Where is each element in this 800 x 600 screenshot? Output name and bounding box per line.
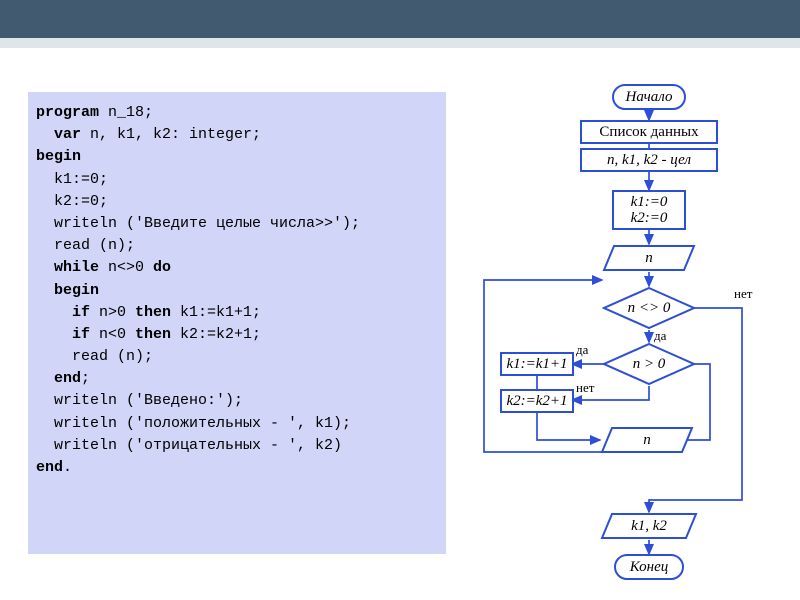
- flow-cond-neq0: n <> 0: [602, 286, 696, 330]
- flow-read-n: n: [602, 244, 696, 272]
- code-text: n, k1, k2: integer;: [81, 126, 261, 143]
- code-text: n<0: [90, 326, 135, 343]
- flow-output-label: k1, k2: [631, 518, 667, 535]
- code-text: k1:=0;: [36, 171, 108, 188]
- kw-end-inner: end: [36, 370, 81, 387]
- flow-read-n2-label: n: [643, 432, 651, 449]
- kw-while: while: [36, 259, 99, 276]
- flow-output: k1, k2: [600, 512, 698, 540]
- flow-end-label: Конец: [630, 559, 669, 576]
- code-text: writeln ('Введено:');: [36, 392, 243, 409]
- flow-cond-gt0: n > 0: [602, 342, 696, 386]
- flow-assign-k2-label: k2:=k2+1: [506, 393, 567, 410]
- flow-init-label: k1:=0 k2:=0: [631, 194, 668, 227]
- kw-begin-inner: begin: [36, 282, 99, 299]
- window-subbar: [0, 38, 800, 48]
- flow-read-n2: n: [600, 426, 694, 454]
- flow-read-n-label: n: [645, 250, 653, 267]
- flow-cond-gt0-label: n > 0: [633, 356, 666, 373]
- code-text: .: [63, 459, 72, 476]
- code-text: n>0: [90, 304, 135, 321]
- kw-if2: if: [36, 326, 90, 343]
- code-text: writeln ('Введите целые числа>>');: [36, 215, 360, 232]
- kw-program: program: [36, 104, 99, 121]
- kw-if: if: [36, 304, 90, 321]
- flow-start: Начало: [612, 84, 686, 110]
- flow-vars-label: n, k1, k2 - цел: [607, 152, 691, 169]
- flow-assign-k1-label: k1:=k1+1: [506, 356, 567, 373]
- code-text: k2:=0;: [36, 193, 108, 210]
- kw-end: end: [36, 459, 63, 476]
- code-text: read (n);: [36, 237, 135, 254]
- kw-do: do: [153, 259, 171, 276]
- code-panel: program n_18; var n, k1, k2: integer; be…: [28, 92, 446, 554]
- code-text: read (n);: [36, 348, 153, 365]
- label-no-2: нет: [576, 380, 594, 396]
- code-text: n<>0: [99, 259, 153, 276]
- flow-assign-k2: k2:=k2+1: [500, 389, 574, 413]
- flow-start-label: Начало: [625, 89, 672, 106]
- window-titlebar: [0, 0, 800, 38]
- code-text: ;: [81, 370, 90, 387]
- code-text: writeln ('положительных - ', k1);: [36, 415, 351, 432]
- flow-datalist-label: Список данных: [599, 124, 698, 141]
- kw-begin: begin: [36, 148, 81, 165]
- label-yes-2: да: [576, 342, 588, 358]
- flow-datalist: Список данных: [580, 120, 718, 144]
- code-text: n_18;: [99, 104, 153, 121]
- kw-then: then: [135, 304, 171, 321]
- code-text: writeln ('отрицательных - ', k2): [36, 437, 342, 454]
- kw-var: var: [36, 126, 81, 143]
- flow-end: Конец: [614, 554, 684, 580]
- code-text: k1:=k1+1;: [171, 304, 261, 321]
- kw-then2: then: [135, 326, 171, 343]
- flow-assign-k1: k1:=k1+1: [500, 352, 574, 376]
- label-no-1: нет: [734, 286, 752, 302]
- flow-vars: n, k1, k2 - цел: [580, 148, 718, 172]
- flow-init: k1:=0 k2:=0: [612, 190, 686, 230]
- code-text: k2:=k2+1;: [171, 326, 261, 343]
- flow-cond-neq0-label: n <> 0: [628, 300, 671, 317]
- flowchart: Начало Список данных n, k1, k2 - цел k1:…: [452, 80, 797, 590]
